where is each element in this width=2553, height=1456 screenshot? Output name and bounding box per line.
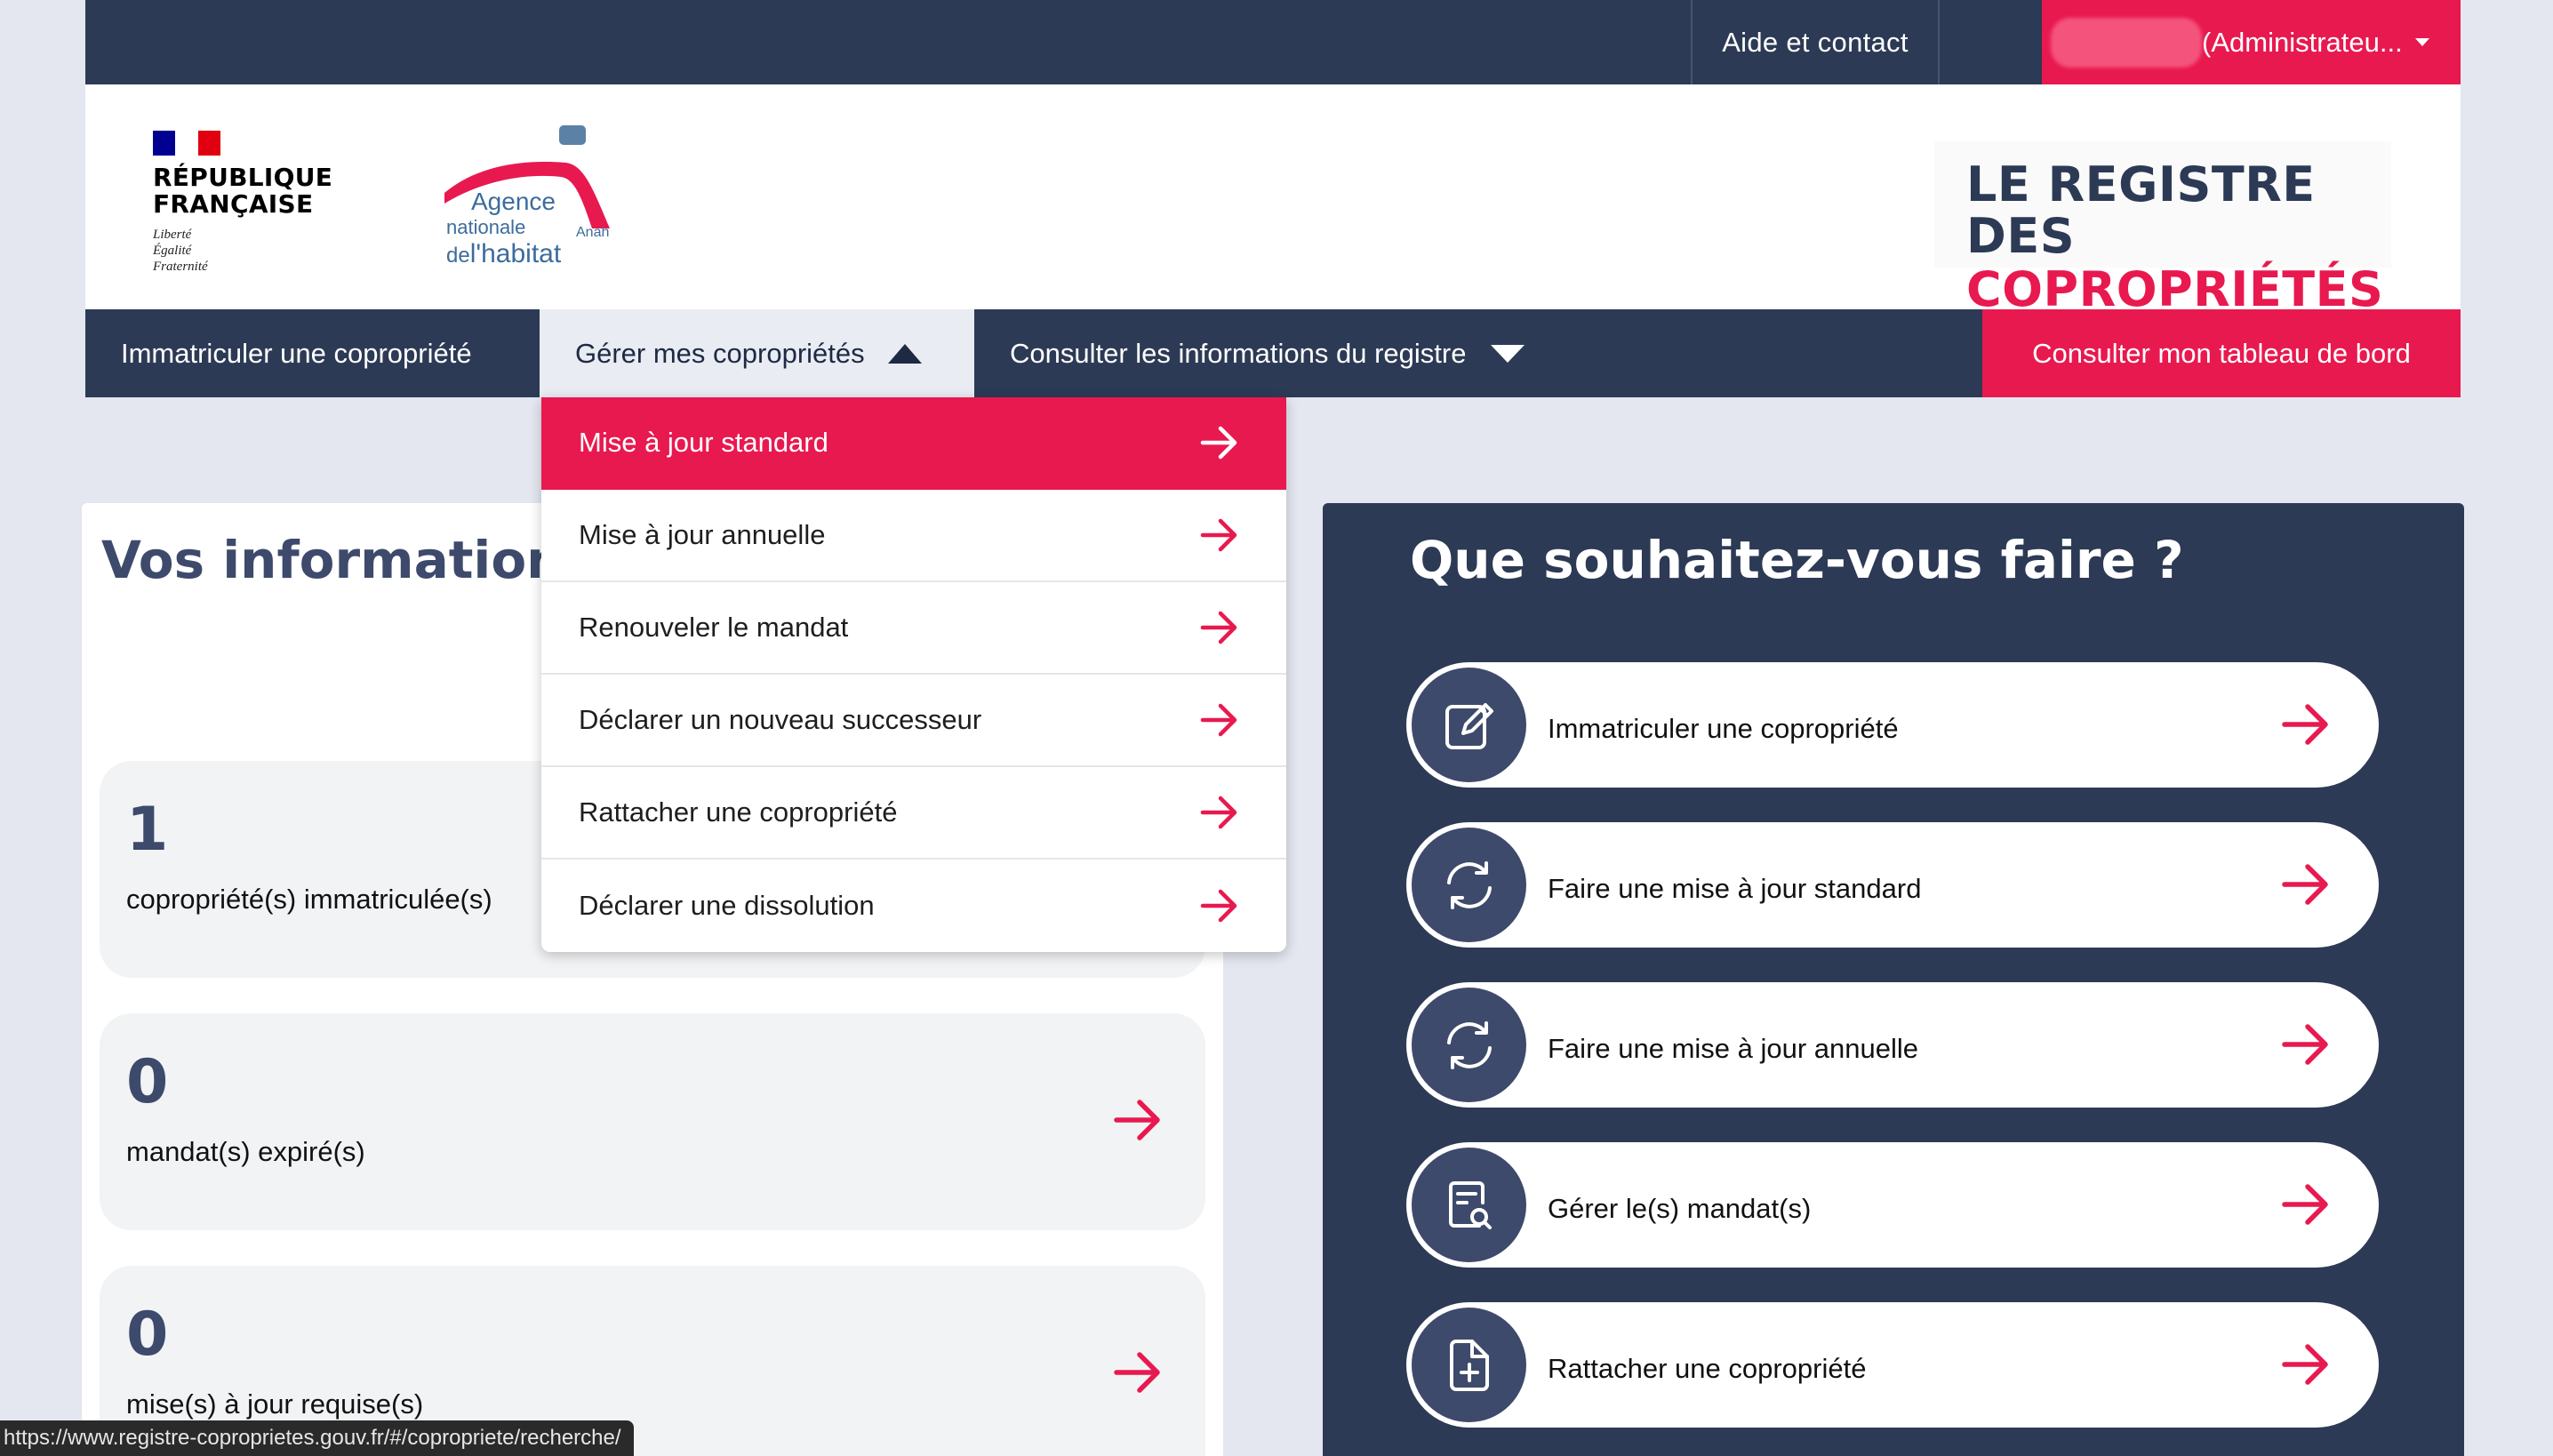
nav-immatriculer[interactable]: Immatriculer une copropriété	[85, 309, 540, 397]
user-menu[interactable]: (Administrateu...	[2042, 0, 2461, 84]
arrow-right-icon	[2282, 864, 2328, 905]
action-rattacher[interactable]: Rattacher une copropriété	[1406, 1302, 2379, 1428]
user-name-redacted	[2051, 17, 2202, 68]
republique-motto: Liberté Égalité Fraternité	[153, 228, 208, 274]
user-role: (Administrateu...	[2202, 26, 2403, 58]
republique-francaise-logo[interactable]: RÉPUBLIQUE FRANÇAISE Liberté Égalité Fra…	[153, 131, 348, 275]
arrow-right-icon	[2282, 1344, 2328, 1385]
arrow-right-icon	[2282, 704, 2328, 745]
dropdown-item-mise-a-jour-standard[interactable]: Mise à jour standard	[541, 397, 1286, 490]
stat-mandats-expires[interactable]: 0 mandat(s) expiré(s)	[100, 1013, 1205, 1230]
gerer-coproprietes-dropdown: Mise à jour standard Mise à jour annuell…	[541, 397, 1286, 952]
action-immatriculer[interactable]: Immatriculer une copropriété	[1406, 662, 2379, 788]
dropdown-item-mise-a-jour-annuelle[interactable]: Mise à jour annuelle	[541, 490, 1286, 582]
actions-panel: Que souhaitez-vous faire ? Immatriculer …	[1323, 503, 2464, 1456]
french-flag-icon	[153, 131, 220, 156]
refresh-icon	[1412, 988, 1526, 1102]
nav-consulter-registre[interactable]: Consulter les informations du registre	[974, 309, 1979, 397]
document-search-icon	[1412, 1148, 1526, 1262]
info-title: Vos informations	[101, 530, 594, 590]
actions-title: Que souhaitez-vous faire ?	[1410, 530, 2184, 590]
arrow-right-icon	[1200, 703, 1237, 737]
dropdown-item-renouveler-mandat[interactable]: Renouveler le mandat	[541, 582, 1286, 675]
republique-title: RÉPUBLIQUE FRANÇAISE	[153, 163, 333, 219]
dropdown-item-rattacher[interactable]: Rattacher une copropriété	[541, 767, 1286, 860]
anah-logo[interactable]: Agence nationale del'habitat Anah	[441, 124, 654, 275]
arrow-right-icon	[1200, 611, 1237, 644]
top-bar: Aide et contact (Administrateu...	[85, 0, 2461, 84]
arrow-right-icon	[1200, 889, 1237, 923]
action-mise-a-jour-annuelle[interactable]: Faire une mise à jour annuelle	[1406, 982, 2379, 1108]
chevron-up-icon	[887, 343, 922, 364]
browser-status-url: https://www.registre-coproprietes.gouv.f…	[0, 1420, 634, 1456]
arrow-right-icon	[1200, 518, 1237, 552]
edit-icon	[1412, 668, 1526, 782]
caret-down-icon	[2414, 38, 2429, 46]
main-nav: Immatriculer une copropriété Gérer mes c…	[85, 309, 2461, 397]
nav-tableau-de-bord[interactable]: Consulter mon tableau de bord	[1982, 309, 2461, 397]
action-gerer-mandats[interactable]: Gérer le(s) mandat(s)	[1406, 1142, 2379, 1268]
dropdown-item-dissolution[interactable]: Déclarer une dissolution	[541, 860, 1286, 952]
arrow-right-icon	[1200, 426, 1237, 460]
dropdown-item-nouveau-successeur[interactable]: Déclarer un nouveau successeur	[541, 675, 1286, 767]
site-header: RÉPUBLIQUE FRANÇAISE Liberté Égalité Fra…	[85, 84, 2461, 317]
registre-logo[interactable]: LE REGISTRE DES COPROPRIÉTÉS	[1934, 141, 2391, 317]
action-mise-a-jour-standard[interactable]: Faire une mise à jour standard	[1406, 822, 2379, 948]
help-contact-link[interactable]: Aide et contact	[1691, 0, 1940, 84]
refresh-icon	[1412, 828, 1526, 942]
arrow-right-icon	[1200, 796, 1237, 829]
arrow-right-icon	[1114, 1100, 1160, 1140]
nav-gerer-coproprietes[interactable]: Gérer mes copropriétés	[540, 309, 974, 397]
arrow-right-icon	[2282, 1184, 2328, 1225]
arrow-right-icon	[1114, 1352, 1160, 1393]
file-add-icon	[1412, 1308, 1526, 1422]
chevron-down-icon	[1491, 344, 1525, 363]
arrow-right-icon	[2282, 1024, 2328, 1065]
